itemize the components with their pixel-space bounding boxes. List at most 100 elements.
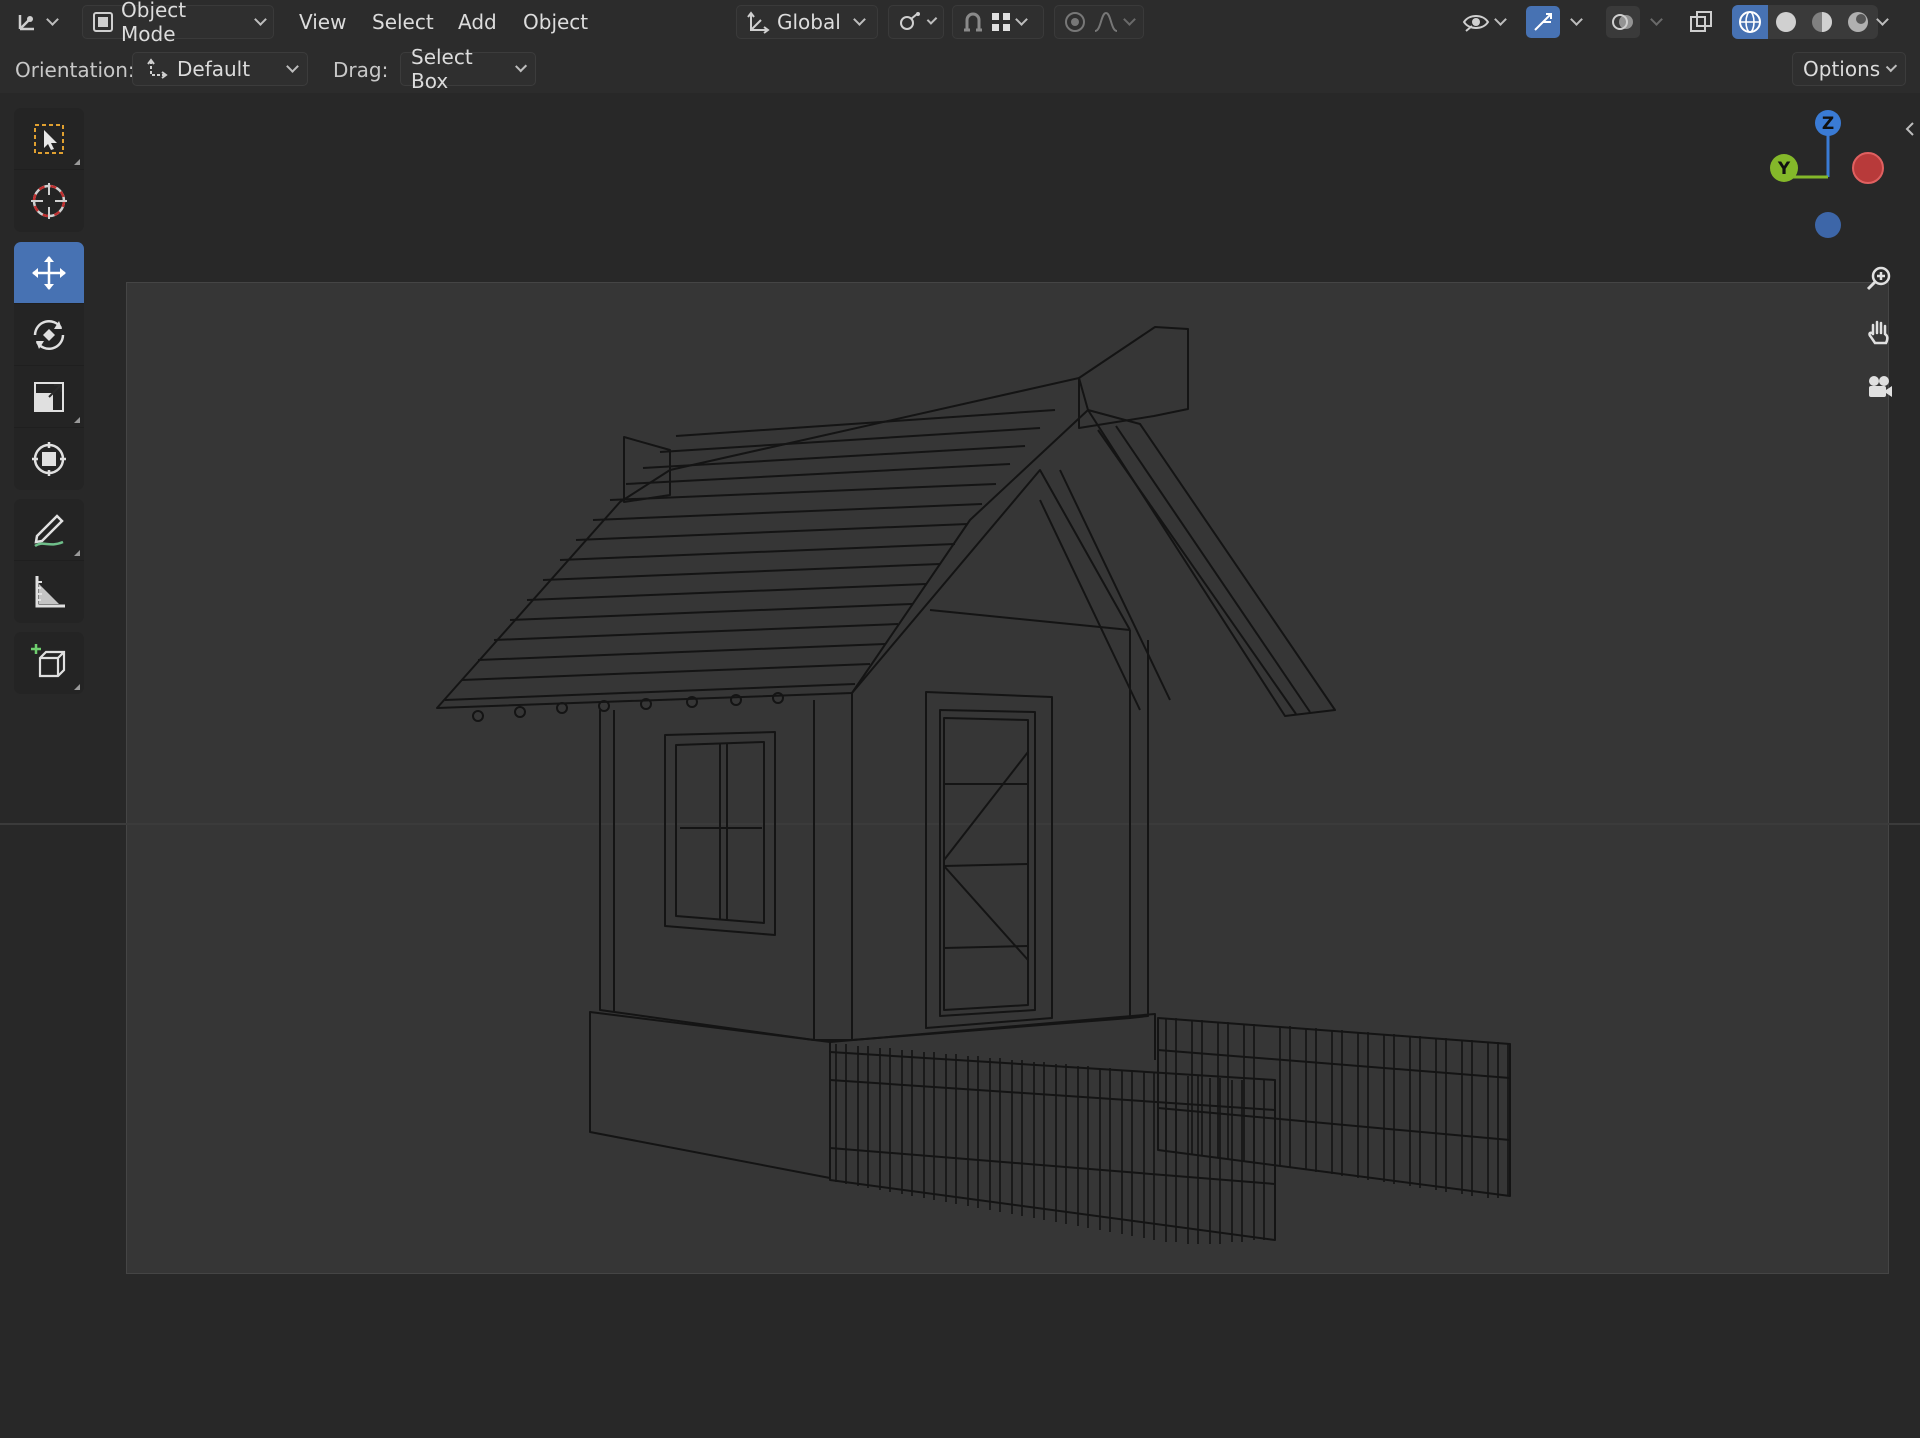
chevron-down-icon (852, 13, 866, 26)
tool-options-corner (74, 159, 80, 165)
tool-rotate[interactable] (14, 304, 84, 366)
rotate-icon (29, 315, 69, 355)
transform-orientation-dropdown[interactable]: Global (736, 5, 878, 39)
xray-icon (1688, 9, 1714, 35)
overlays-icon[interactable] (1606, 6, 1640, 38)
toolbar-group-transform (14, 242, 84, 490)
snap-increment-icon (989, 10, 1013, 34)
orientation-global-icon (745, 10, 771, 34)
scale-icon (29, 377, 69, 417)
chevron-down-icon (1570, 13, 1583, 26)
rendered-shading-icon[interactable] (1840, 5, 1876, 39)
menu-view[interactable]: View (299, 5, 346, 39)
pivot-icon (897, 10, 923, 34)
editor-type-button[interactable] (14, 5, 70, 39)
overlays-toggle-group[interactable] (1606, 5, 1668, 39)
wall-left (599, 700, 815, 1041)
tool-measure[interactable] (14, 561, 84, 623)
selectability-visibility-button[interactable] (1462, 5, 1516, 39)
wireframe-shading-icon[interactable] (1732, 5, 1768, 39)
mode-label: Object Mode (121, 0, 187, 46)
pan-button[interactable] (1857, 311, 1901, 355)
annotate-pencil-icon (29, 510, 69, 550)
menu-select[interactable]: Select (372, 5, 434, 39)
window (664, 731, 776, 936)
tool-add-cube[interactable] (14, 632, 84, 694)
proportional-editing-group[interactable] (1054, 5, 1144, 39)
gable-triangle (851, 469, 1131, 694)
drag-value: Select Box (411, 45, 473, 93)
navigation-gizmo[interactable]: Z Y (1760, 105, 1900, 265)
gizmo-neg-z-handle[interactable] (1815, 212, 1841, 238)
orientation-value: Default (177, 57, 251, 81)
sidebar-toggle[interactable] (1904, 119, 1916, 143)
gable-beam (929, 609, 1131, 631)
select-box-icon (31, 121, 67, 157)
chevron-down-icon (254, 13, 267, 26)
tool-cursor[interactable] (14, 170, 84, 232)
solid-shading-icon[interactable] (1768, 5, 1804, 39)
toolbar-group-annotate (14, 499, 84, 623)
magnet-icon (961, 10, 985, 34)
editor-type-icon (14, 9, 42, 35)
fence-front-pickets (835, 1044, 1265, 1244)
tool-options-corner (74, 684, 80, 690)
camera-view-button[interactable] (1857, 365, 1901, 409)
add-cube-icon (28, 642, 70, 684)
menu-object[interactable]: Object (523, 5, 588, 39)
chevron-down-icon (514, 60, 527, 73)
chevron-down-icon (46, 13, 59, 26)
options-dropdown[interactable]: Options (1792, 52, 1906, 86)
snapping-group[interactable] (952, 5, 1044, 39)
orientation-dropdown[interactable]: Default (132, 52, 308, 86)
chevron-down-icon (1015, 13, 1028, 26)
chevron-down-icon (1494, 13, 1507, 26)
toolbar-group-add (14, 632, 84, 694)
gizmo-z-label: Z (1822, 114, 1834, 134)
fence-front[interactable] (829, 1051, 1276, 1241)
drag-field-label: Drag: (333, 58, 389, 82)
mode-dropdown[interactable]: Object Mode (82, 0, 274, 46)
zoom-button[interactable] (1857, 257, 1901, 301)
tool-annotate[interactable] (14, 499, 84, 561)
shading-mode-group (1732, 5, 1878, 39)
gizmo-toggle-group[interactable] (1526, 5, 1592, 39)
chevron-down-icon (1885, 60, 1898, 73)
options-label: Options (1803, 57, 1881, 81)
cursor-icon (29, 181, 69, 221)
eye-icon (1462, 10, 1490, 34)
measure-ruler-icon (29, 572, 69, 612)
gizmo-x-handle[interactable] (1852, 152, 1884, 184)
zoom-in-icon (1864, 264, 1894, 294)
tool-select-box[interactable] (14, 108, 84, 170)
tool-scale[interactable] (14, 366, 84, 428)
roof-right-face (1087, 409, 1336, 717)
xray-toggle[interactable] (1688, 5, 1724, 39)
shading-options-button[interactable] (1876, 5, 1902, 39)
tool-move[interactable] (14, 242, 84, 304)
tool-transform[interactable] (14, 428, 84, 490)
chevron-down-icon (926, 14, 938, 25)
roof-right-planks (1039, 425, 1311, 715)
wall-front (851, 630, 1131, 1041)
ridge-cap-left (623, 436, 671, 503)
wall-right-post (1129, 630, 1149, 1019)
3d-viewport[interactable]: Z Y (0, 93, 1920, 1438)
move-icon (29, 253, 69, 293)
transform-icon (29, 439, 69, 479)
gizmo-icon[interactable] (1526, 6, 1560, 38)
tool-options-corner (74, 417, 80, 423)
corner-post (813, 693, 853, 1041)
material-shading-icon[interactable] (1804, 5, 1840, 39)
hand-icon (1864, 318, 1894, 348)
toolbar-group-select (14, 108, 84, 232)
gizmo-y-label: Y (1777, 159, 1791, 179)
fence-right-pickets (1165, 1018, 1509, 1198)
door (925, 691, 1053, 1029)
falloff-curve-icon (1093, 10, 1119, 34)
chevron-left-icon (1904, 119, 1916, 139)
pivot-point-dropdown[interactable] (888, 5, 944, 39)
house-wireframe[interactable] (0, 93, 1920, 1438)
menu-add[interactable]: Add (458, 5, 497, 39)
drag-dropdown[interactable]: Select Box (400, 45, 536, 93)
